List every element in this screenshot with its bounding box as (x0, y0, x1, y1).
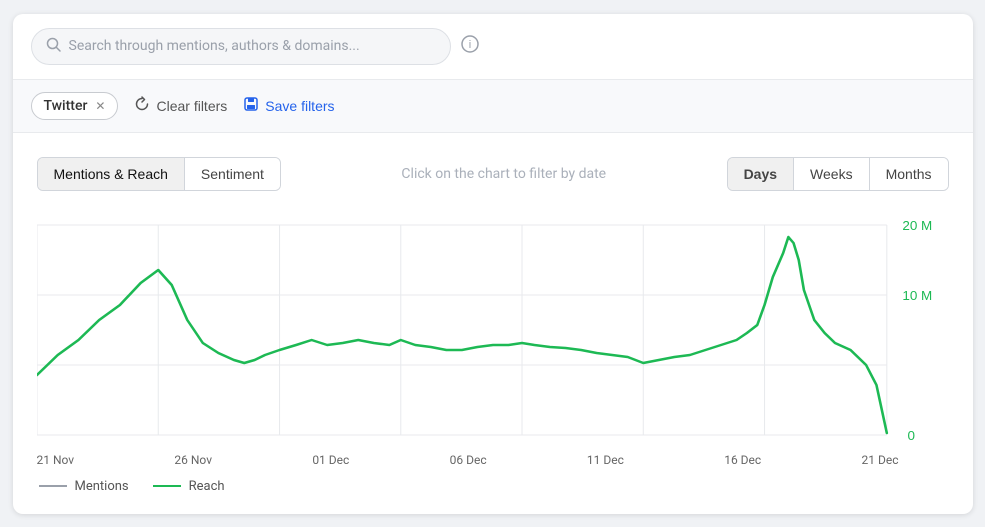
chart-controls: Mentions & Reach Sentiment Click on the … (37, 157, 949, 191)
x-label-16dec: 16 Dec (724, 453, 761, 467)
main-container: Search through mentions, authors & domai… (13, 14, 973, 514)
legend-mentions-line (39, 485, 67, 487)
x-label-21dec: 21 Dec (862, 453, 899, 467)
clear-filters-button[interactable]: Clear filters (134, 96, 227, 116)
period-weeks-button[interactable]: Weeks (793, 158, 869, 190)
clear-filters-label: Clear filters (156, 98, 227, 114)
x-axis-labels: 21 Nov 26 Nov 01 Dec 06 Dec 11 Dec 16 De… (37, 453, 949, 467)
tab-sentiment[interactable]: Sentiment (184, 158, 280, 190)
x-label-11dec: 11 Dec (587, 453, 624, 467)
search-input-wrapper[interactable]: Search through mentions, authors & domai… (31, 28, 451, 65)
legend-mentions-label: Mentions (75, 479, 129, 494)
filter-tag-label: Twitter (44, 98, 88, 114)
reach-line (37, 237, 887, 433)
filter-tag-close-icon[interactable]: ✕ (95, 99, 105, 113)
svg-text:i: i (468, 39, 470, 51)
legend-reach-line (153, 485, 181, 487)
x-label-21nov: 21 Nov (37, 453, 75, 467)
legend-reach: Reach (153, 479, 225, 494)
chart-svg: 20 M 10 M 0 (37, 215, 949, 445)
refresh-icon (134, 96, 150, 116)
search-input-placeholder: Search through mentions, authors & domai… (69, 38, 360, 54)
svg-text:0: 0 (907, 428, 914, 443)
chart-area: 20 M 10 M 0 (37, 215, 949, 445)
x-label-26nov: 26 Nov (174, 453, 212, 467)
period-days-button[interactable]: Days (728, 158, 793, 190)
search-icon (46, 37, 61, 56)
info-icon[interactable]: i (461, 35, 479, 57)
tab-mentions-reach[interactable]: Mentions & Reach (38, 158, 184, 190)
period-group: Days Weeks Months (727, 157, 949, 191)
chart-legend: Mentions Reach (37, 479, 949, 494)
chart-hint: Click on the chart to filter by date (401, 166, 606, 182)
save-filters-button[interactable]: Save filters (243, 96, 334, 116)
x-label-06dec: 06 Dec (450, 453, 487, 467)
svg-text:20 M: 20 M (902, 218, 932, 233)
search-bar: Search through mentions, authors & domai… (13, 14, 973, 80)
chart-section: Mentions & Reach Sentiment Click on the … (13, 133, 973, 514)
filter-bar: Twitter ✕ Clear filters Save filters (13, 80, 973, 133)
svg-text:10 M: 10 M (902, 288, 932, 303)
x-label-01dec: 01 Dec (312, 453, 349, 467)
period-months-button[interactable]: Months (869, 158, 948, 190)
save-icon (243, 96, 259, 116)
twitter-filter-tag[interactable]: Twitter ✕ (31, 92, 119, 120)
save-filters-label: Save filters (265, 98, 334, 114)
legend-reach-label: Reach (189, 479, 225, 494)
legend-mentions: Mentions (39, 479, 129, 494)
chart-tab-group: Mentions & Reach Sentiment (37, 157, 281, 191)
